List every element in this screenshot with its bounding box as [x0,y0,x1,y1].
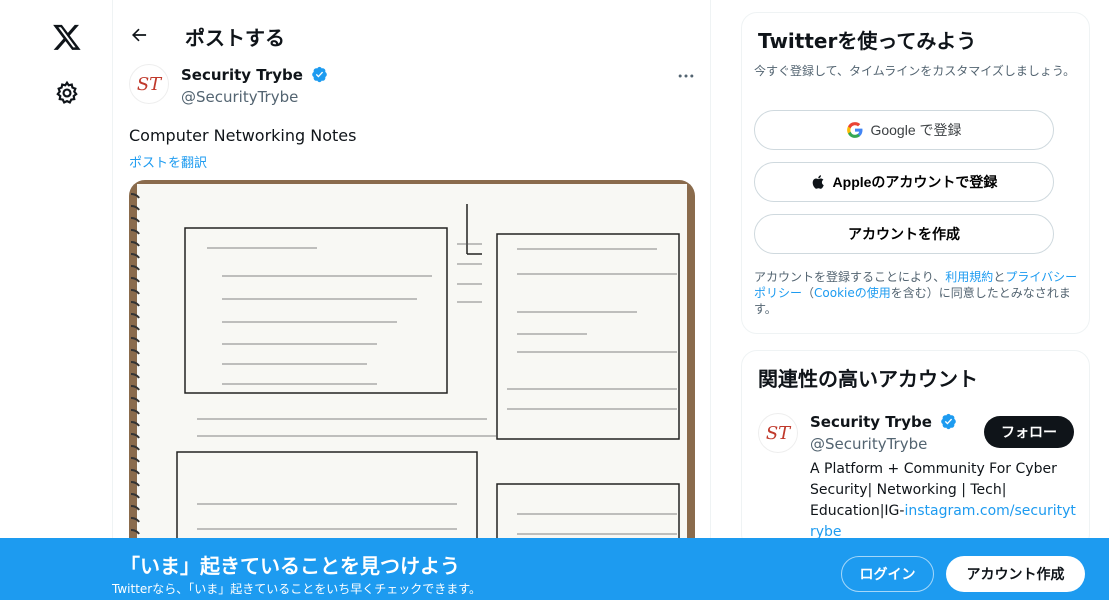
translate-link[interactable]: ポストを翻訳 [129,152,207,171]
login-button[interactable]: ログイン [841,556,934,592]
banner-subtitle: Twitterなら、「いま」起きていることをいち早くチェックできます。 [112,582,482,596]
follow-button[interactable]: フォロー [984,416,1074,448]
related-bio: A Platform + Community For Cyber Securit… [810,459,1080,543]
avatar[interactable]: ST [129,64,169,104]
notebook-spiral [130,193,140,547]
notes-drawing [176,204,680,560]
related-handle[interactable]: @SecurityTrybe [810,435,927,453]
post-text: Computer Networking Notes [129,126,357,145]
signup-card-title: Twitterを使ってみよう [758,29,977,53]
related-name[interactable]: Security Trybe [810,413,957,431]
related-title: 関連性の高いアカウント [758,367,978,391]
main-column: ポストする ST Security Trybe @SecurityTrybe C… [112,0,711,600]
more-options-icon[interactable] [676,66,696,86]
post-header: ポストする [113,0,712,56]
signup-banner: 「いま」起きていることを見つけよう Twitterなら、「いま」起きていることを… [0,538,1109,600]
terms-link[interactable]: 利用規約 [945,270,993,284]
author-handle[interactable]: @SecurityTrybe [181,88,298,106]
related-accounts-card: 関連性の高いアカウント ST Security Trybe @SecurityT… [741,350,1090,550]
related-name-text: Security Trybe [810,413,932,431]
related-avatar[interactable]: ST [758,413,798,453]
gear-icon[interactable] [54,80,80,106]
google-signup-button[interactable]: Google で登録 [754,110,1054,150]
author-name[interactable]: Security Trybe [181,66,328,84]
back-arrow-icon[interactable] [129,25,149,45]
page: ポストする ST Security Trybe @SecurityTrybe C… [0,0,1109,600]
legal-and: と [993,270,1006,284]
google-signup-label: Google で登録 [870,122,962,138]
signup-button[interactable]: アカウント作成 [946,556,1085,592]
legal-text: アカウントを登録することにより、利用規約とプライバシーポリシー（Cookieの使… [754,269,1084,317]
x-logo-icon[interactable] [52,22,82,52]
legal-prefix: アカウントを登録することにより、 [754,270,946,284]
post-image[interactable] [129,180,695,560]
apple-signup-label: Appleのアカウントで登録 [832,174,998,190]
legal-open: （ [802,286,815,300]
cookie-link[interactable]: Cookieの使用 [814,286,891,300]
signup-card-subtitle: 今すぐ登録して、タイムラインをカスタマイズしましょう。 [754,64,1076,78]
google-icon [847,122,863,138]
author-name-text: Security Trybe [181,66,303,84]
create-account-button[interactable]: アカウントを作成 [754,214,1054,254]
verified-badge-icon [941,413,956,430]
banner-title: 「いま」起きていることを見つけよう [120,554,460,578]
post-author: ST Security Trybe @SecurityTrybe [129,64,696,112]
verified-badge-icon [312,66,327,83]
handwritten-notes-image [137,184,687,560]
signup-card: Twitterを使ってみよう 今すぐ登録して、タイムラインをカスタマイズしましょ… [741,12,1090,334]
page-title: ポストする [185,26,285,50]
left-nav [0,0,112,600]
apple-icon [812,175,824,189]
apple-signup-button[interactable]: Appleのアカウントで登録 [754,162,1054,202]
